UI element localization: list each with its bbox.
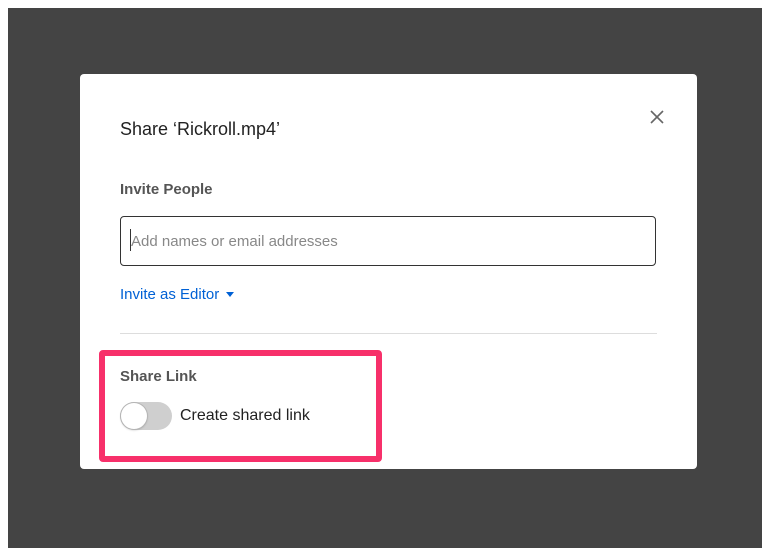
caret-down-icon — [226, 292, 235, 297]
invite-input[interactable] — [120, 216, 656, 266]
dialog-title: Share ‘Rickroll.mp4’ — [120, 119, 281, 139]
shared-link-toggle-label[interactable]: Create shared link — [180, 407, 310, 425]
invite-role-label: Invite as Editor — [120, 286, 220, 303]
close-icon — [650, 110, 664, 124]
shared-link-toggle-row: Create shared link — [120, 402, 310, 430]
invite-people-label: Invite People — [120, 181, 213, 198]
text-cursor — [130, 229, 131, 251]
toggle-knob — [121, 403, 147, 429]
share-dialog: Share ‘Rickroll.mp4’ Invite People Invit… — [80, 74, 697, 469]
section-divider — [120, 333, 657, 334]
shared-link-toggle[interactable] — [120, 402, 172, 430]
close-button[interactable] — [647, 107, 667, 127]
share-link-label: Share Link — [120, 368, 197, 385]
invite-role-dropdown[interactable]: Invite as Editor — [120, 286, 235, 303]
